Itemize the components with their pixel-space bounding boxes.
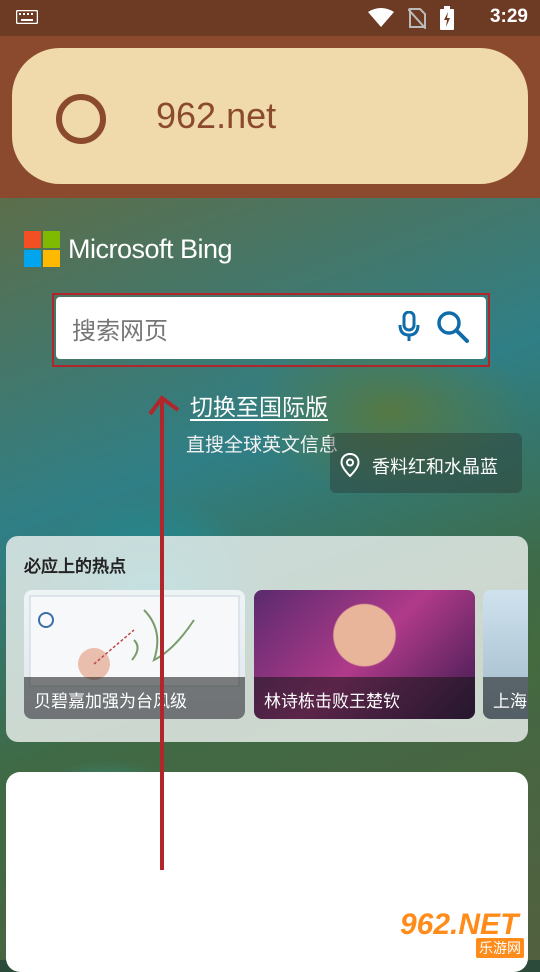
watermark-sub: 乐游网: [476, 938, 524, 958]
annotation-arrow: [148, 395, 180, 870]
location-pin-icon: [340, 453, 360, 477]
hot-topics-card: 必应上的热点 贝碧嘉加强为台风级 林诗栋击败王楚钦 上海: [6, 536, 528, 742]
news-caption: 林诗栋击败王楚钦: [254, 677, 475, 719]
wifi-icon: [368, 8, 394, 27]
watermark-logo: 962.NET 乐游网: [398, 908, 534, 958]
news-tile[interactable]: 上海: [483, 590, 528, 719]
address-bar-area: 962.net: [0, 36, 540, 198]
bing-logo-text: Microsoft Bing: [68, 233, 233, 264]
search-input[interactable]: 搜索网页: [56, 297, 486, 359]
news-tile[interactable]: 贝碧嘉加强为台风级: [24, 590, 245, 719]
site-circle-icon[interactable]: [56, 94, 106, 144]
location-label: 香料红和水晶蓝: [372, 457, 498, 478]
watermark-brand: 962.NET: [400, 908, 519, 941]
news-caption: 上海: [483, 677, 528, 719]
keyboard-icon: [16, 10, 38, 24]
no-sim-icon: [408, 8, 426, 29]
status-bar: 3:29: [0, 0, 540, 36]
url-text[interactable]: 962.net: [156, 95, 276, 137]
news-caption: 贝碧嘉加强为台风级: [24, 677, 245, 719]
image-location-chip[interactable]: 香料红和水晶蓝: [330, 433, 522, 493]
search-placeholder: 搜索网页: [72, 317, 168, 345]
address-bar[interactable]: 962.net: [12, 48, 528, 184]
international-subtitle: 直搜全球英文信息: [186, 434, 339, 456]
microphone-icon[interactable]: [398, 311, 420, 343]
search-icon[interactable]: [436, 310, 470, 344]
bing-logo: Microsoft Bing: [24, 231, 233, 267]
switch-international-link[interactable]: 切换至国际版: [190, 388, 328, 422]
hot-topics-title: 必应上的热点: [24, 557, 126, 577]
battery-charging-icon: [440, 6, 454, 30]
status-time: 3:29: [489, 6, 528, 27]
news-tile[interactable]: 林诗栋击败王楚钦: [254, 590, 475, 719]
microsoft-logo-icon: [24, 231, 60, 267]
